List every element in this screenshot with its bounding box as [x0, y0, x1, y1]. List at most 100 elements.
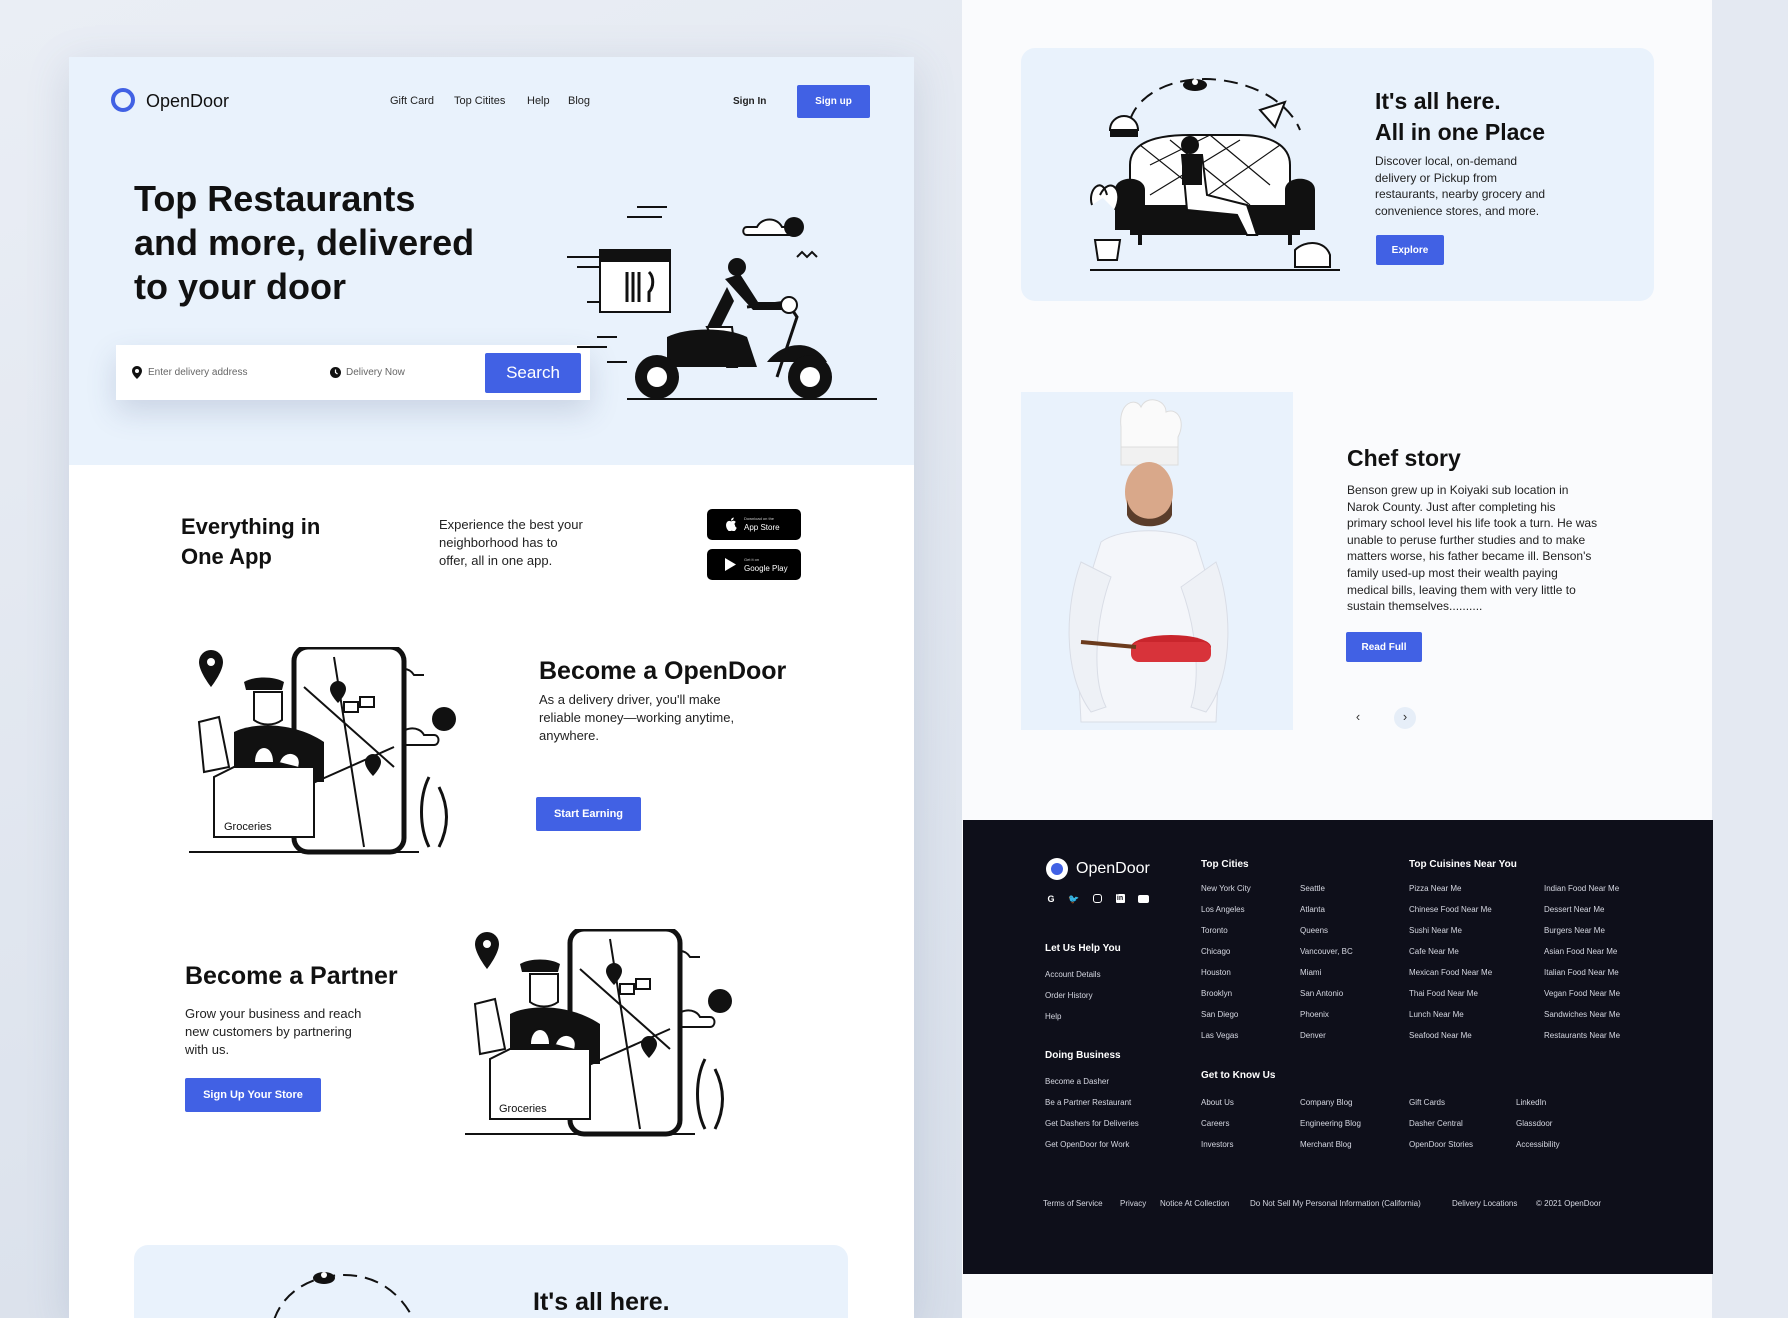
- chef-text-line: unable to peruse further studies and to …: [1347, 532, 1586, 547]
- carousel-next-icon[interactable]: ›: [1394, 707, 1416, 729]
- footer-link[interactable]: Queens: [1300, 926, 1328, 935]
- footer-link[interactable]: Pizza Near Me: [1409, 884, 1461, 893]
- footer-link[interactable]: Become a Dasher: [1045, 1077, 1109, 1086]
- footer-link[interactable]: Restaurants Near Me: [1544, 1031, 1620, 1040]
- apple-icon: [726, 517, 737, 531]
- footer-link[interactable]: Account Details: [1045, 970, 1101, 979]
- cuisines-heading: Top Cuisines Near You: [1409, 859, 1517, 870]
- footer-link[interactable]: Cafe Near Me: [1409, 947, 1459, 956]
- twitter-icon[interactable]: 🐦: [1068, 893, 1080, 905]
- partner-text: Grow your business and reach new custome…: [185, 1005, 361, 1059]
- sign-up-button[interactable]: Sign up: [797, 85, 870, 118]
- nav-blog[interactable]: Blog: [568, 95, 590, 107]
- google-play-button[interactable]: Get it on Google Play: [707, 549, 801, 580]
- footer-link[interactable]: Indian Food Near Me: [1544, 884, 1619, 893]
- footer-brand[interactable]: OpenDoor: [1076, 860, 1150, 878]
- footer-link[interactable]: Careers: [1201, 1119, 1229, 1128]
- delivery-time-select[interactable]: Delivery Now: [346, 367, 405, 378]
- chef-photo: [1021, 392, 1293, 730]
- footer-link[interactable]: San Diego: [1201, 1010, 1238, 1019]
- footer-link[interactable]: Merchant Blog: [1300, 1140, 1352, 1149]
- footer-link[interactable]: Vancouver, BC: [1300, 947, 1353, 956]
- footer-link[interactable]: Gift Cards: [1409, 1098, 1445, 1107]
- footer-link[interactable]: Chicago: [1201, 947, 1230, 956]
- chef-text-line: medical bills, leaving them with very li…: [1347, 582, 1576, 597]
- footer-link[interactable]: Toronto: [1201, 926, 1228, 935]
- location-pin-icon: [132, 366, 142, 379]
- app-title-line: Everything in: [181, 514, 321, 539]
- footer-link[interactable]: Glassdoor: [1516, 1119, 1552, 1128]
- read-full-button[interactable]: Read Full: [1346, 632, 1422, 662]
- hero-title-line: Top Restaurants: [134, 178, 416, 219]
- all-here-text-line: restaurants, nearby grocery and: [1375, 187, 1546, 201]
- footer-link[interactable]: About Us: [1201, 1098, 1234, 1107]
- footer-link[interactable]: Be a Partner Restaurant: [1045, 1098, 1131, 1107]
- footer-link[interactable]: Get OpenDoor for Work: [1045, 1140, 1129, 1149]
- footer-link[interactable]: OpenDoor Stories: [1409, 1140, 1473, 1149]
- footer-link[interactable]: LinkedIn: [1516, 1098, 1546, 1107]
- youtube-icon[interactable]: [1137, 893, 1149, 905]
- legal-link[interactable]: Privacy: [1120, 1199, 1146, 1208]
- footer-link[interactable]: Dessert Near Me: [1544, 905, 1604, 914]
- all-here-text-line: convenience stores, and more.: [1375, 203, 1540, 218]
- footer-link[interactable]: Denver: [1300, 1031, 1326, 1040]
- footer-link[interactable]: Get Dashers for Deliveries: [1045, 1119, 1139, 1128]
- footer-link[interactable]: San Antonio: [1300, 989, 1343, 998]
- footer-link[interactable]: New York City: [1201, 884, 1251, 893]
- footer-link[interactable]: Las Vegas: [1201, 1031, 1238, 1040]
- footer-link[interactable]: Brooklyn: [1201, 989, 1232, 998]
- sign-in-link[interactable]: Sign In: [733, 96, 766, 107]
- linkedin-icon[interactable]: in: [1114, 893, 1126, 905]
- footer-link[interactable]: Asian Food Near Me: [1544, 947, 1617, 956]
- footer-logo-icon: [1046, 858, 1068, 880]
- footer-link[interactable]: Mexican Food Near Me: [1409, 968, 1492, 977]
- food-orbit-icon: [273, 1272, 415, 1318]
- footer-link[interactable]: Company Blog: [1300, 1098, 1352, 1107]
- legal-link[interactable]: Notice At Collection: [1160, 1199, 1229, 1208]
- explore-button[interactable]: Explore: [1376, 235, 1444, 265]
- start-earning-button[interactable]: Start Earning: [536, 797, 641, 831]
- footer-link[interactable]: Seafood Near Me: [1409, 1031, 1472, 1040]
- address-input[interactable]: Enter delivery address: [148, 367, 248, 378]
- partner-text-line: Grow your business and reach: [185, 1006, 362, 1021]
- footer-link[interactable]: Engineering Blog: [1300, 1119, 1361, 1128]
- footer-link[interactable]: Chinese Food Near Me: [1409, 905, 1492, 914]
- footer-link[interactable]: Sushi Near Me: [1409, 926, 1462, 935]
- footer-link[interactable]: Thai Food Near Me: [1409, 989, 1478, 998]
- footer-link[interactable]: Italian Food Near Me: [1544, 968, 1619, 977]
- footer-link[interactable]: Houston: [1201, 968, 1231, 977]
- nav-top-cities[interactable]: Top Citites: [454, 95, 505, 107]
- brand-name[interactable]: OpenDoor: [146, 91, 229, 112]
- partner-title: Become a Partner: [185, 962, 398, 990]
- app-store-button[interactable]: Download on the App Store: [707, 509, 801, 540]
- footer-link[interactable]: Seattle: [1300, 884, 1325, 893]
- footer-link[interactable]: Atlanta: [1300, 905, 1325, 914]
- instagram-icon[interactable]: [1091, 893, 1103, 905]
- footer-link[interactable]: Dasher Central: [1409, 1119, 1463, 1128]
- legal-link[interactable]: Delivery Locations: [1452, 1199, 1517, 1208]
- chef-text-line: family used-up most their wealth paying: [1347, 565, 1558, 580]
- google-icon[interactable]: G: [1045, 893, 1057, 905]
- legal-link[interactable]: Terms of Service: [1043, 1199, 1103, 1208]
- app-title-line: One App: [181, 544, 272, 569]
- app-text-line: offer, all in one app.: [439, 553, 553, 568]
- carousel-prev-icon[interactable]: ‹: [1347, 707, 1369, 729]
- scooter-delivery-illustration: [567, 206, 877, 400]
- footer-link[interactable]: Lunch Near Me: [1409, 1010, 1464, 1019]
- footer-link[interactable]: Help: [1045, 1012, 1061, 1021]
- footer-link[interactable]: Investors: [1201, 1140, 1233, 1149]
- footer-link[interactable]: Miami: [1300, 968, 1321, 977]
- footer-link[interactable]: Sandwiches Near Me: [1544, 1010, 1620, 1019]
- groceries-box-label: Groceries: [224, 821, 272, 833]
- footer-link[interactable]: Los Angeles: [1201, 905, 1245, 914]
- footer-link[interactable]: Burgers Near Me: [1544, 926, 1605, 935]
- legal-link[interactable]: Do Not Sell My Personal Information (Cal…: [1250, 1199, 1421, 1208]
- footer-link[interactable]: Order History: [1045, 991, 1093, 1000]
- footer-link[interactable]: Phoenix: [1300, 1010, 1329, 1019]
- nav-gift-card[interactable]: Gift Card: [390, 95, 434, 107]
- footer-link[interactable]: Vegan Food Near Me: [1544, 989, 1620, 998]
- business-heading: Doing Business: [1045, 1050, 1121, 1061]
- sign-up-store-button[interactable]: Sign Up Your Store: [185, 1078, 321, 1112]
- footer-link[interactable]: Accessibility: [1516, 1140, 1560, 1149]
- nav-help[interactable]: Help: [527, 95, 550, 107]
